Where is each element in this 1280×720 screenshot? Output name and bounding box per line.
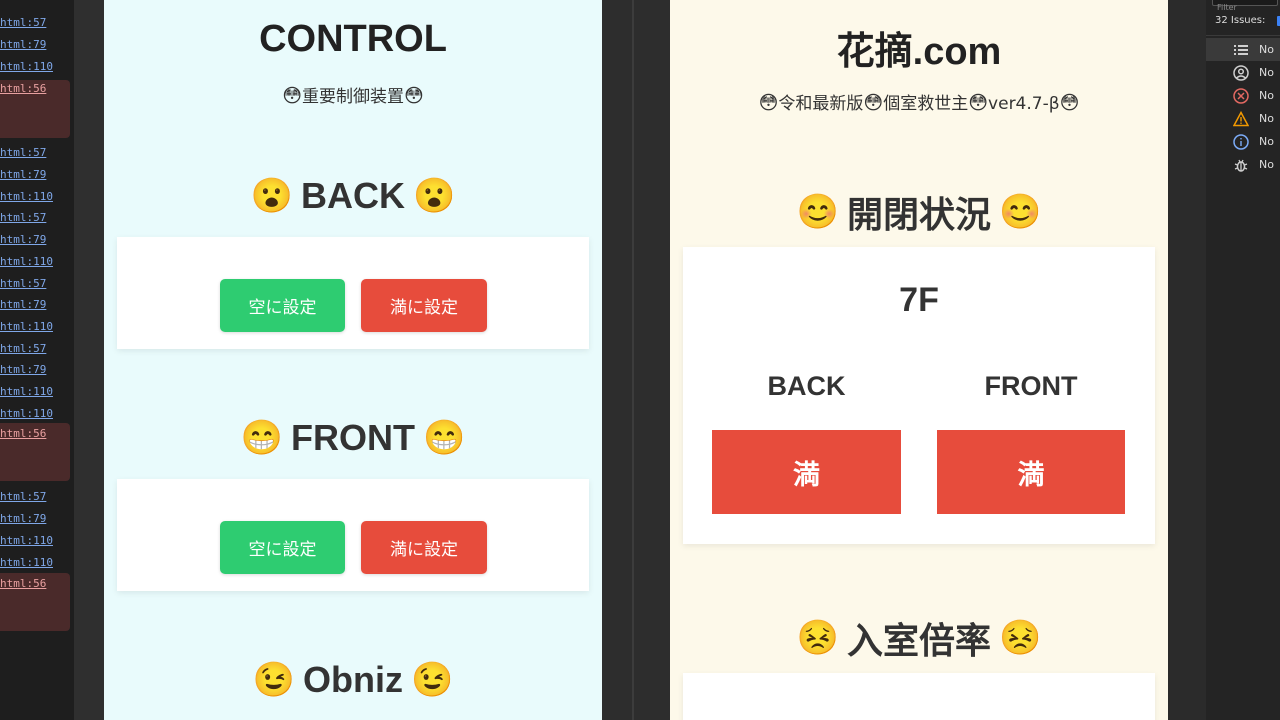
console-source-link[interactable]: html:57 — [0, 273, 74, 295]
console-source-link[interactable]: html:79 — [0, 294, 74, 316]
console-source-link[interactable]: html:110 — [0, 251, 74, 273]
console-source-link[interactable]: html:110 — [0, 552, 74, 574]
console-source-link[interactable]: html:56 — [0, 573, 74, 595]
issues-count: 32 Issues: — [1215, 15, 1266, 26]
bug-icon — [1234, 159, 1248, 172]
floor-label: 7F — [899, 281, 939, 319]
issues-row-errors[interactable]: No — [1206, 84, 1280, 107]
console-source-link[interactable]: html:79 — [0, 164, 74, 186]
info-circle-icon — [1233, 133, 1249, 150]
flushed-face-icon: 😳 — [404, 85, 424, 107]
issues-row-verbose[interactable]: No — [1206, 153, 1280, 176]
console-source-link[interactable]: html:57 — [0, 142, 74, 164]
console-source-link[interactable]: html:110 — [0, 381, 74, 403]
status-page: 花摘.com 😳令和最新版😳個室救世主😳ver4.7-β😳 😊 開閉状況 😊 7… — [670, 0, 1168, 720]
divider — [1206, 35, 1280, 36]
console-source-link[interactable]: html:57 — [0, 12, 74, 34]
warning-triangle-icon — [1233, 110, 1249, 126]
control-page: CONTROL 😳重要制御装置😳 😮 BACK 😮 空に設定 満に設定 😁 FR… — [104, 0, 602, 720]
console-source-link[interactable]: html:110 — [0, 186, 74, 208]
console-source-link[interactable]: html:79 — [0, 508, 74, 530]
user-circle-icon — [1233, 64, 1249, 81]
winking-face-icon: 😉 — [252, 661, 295, 699]
smiling-face-icon: 😊 — [999, 193, 1042, 231]
astonished-face-icon: 😮 — [250, 177, 293, 215]
console-source-link[interactable]: html:79 — [0, 34, 74, 56]
site-subtitle: 😳令和最新版😳個室救世主😳ver4.7-β😳 — [670, 89, 1168, 114]
smiling-face-icon: 😊 — [796, 193, 839, 231]
console-log-panel: html:57 html:79 html:110 html:56 html:57 html… — [0, 0, 74, 720]
console-source-link[interactable]: html:56 — [0, 423, 74, 445]
list-icon — [1234, 44, 1248, 55]
subtitle-part: 令和最新版 — [778, 94, 864, 114]
issues-row-warnings[interactable]: No — [1206, 107, 1280, 130]
right-gutter — [1168, 0, 1206, 720]
middle-gutter — [602, 0, 670, 720]
console-source-link[interactable]: html:79 — [0, 229, 74, 251]
flushed-face-icon: 😳 — [968, 92, 989, 114]
grinning-face-icon: 😁 — [422, 419, 466, 457]
grinning-face-icon: 😁 — [240, 419, 283, 457]
flushed-face-icon: 😳 — [758, 92, 779, 114]
front-section-heading: 😁 FRONT 😁 — [104, 417, 602, 459]
back-heading-text: BACK — [301, 175, 405, 216]
console-source-link[interactable]: html:79 — [0, 359, 74, 381]
back-door-label: BACK — [767, 371, 846, 401]
floor-status-card: 7F BACK FRONT 満 満 — [683, 247, 1155, 544]
front-control-card: 空に設定 満に設定 — [117, 479, 589, 591]
console-source-link[interactable]: html:110 — [0, 403, 74, 425]
console-source-link[interactable]: html:57 — [0, 486, 74, 508]
issues-row-all[interactable]: No — [1206, 38, 1280, 61]
occupancy-heading-text: 入室倍率 — [846, 620, 991, 661]
control-subtitle: 😳重要制御装置😳 — [104, 82, 602, 107]
site-title: 花摘.com — [836, 31, 1002, 73]
issues-row-user[interactable]: No — [1206, 61, 1280, 84]
error-circle-icon — [1233, 87, 1249, 104]
front-set-empty-button[interactable]: 空に設定 — [220, 521, 345, 574]
occupancy-heading: 😣 入室倍率 😣 — [670, 612, 1168, 664]
flushed-face-icon: 😳 — [863, 92, 884, 114]
astonished-face-icon: 😮 — [413, 177, 456, 215]
subtitle-part: ver4.7-β — [988, 94, 1060, 114]
issues-row-info[interactable]: No — [1206, 130, 1280, 153]
front-heading-text: FRONT — [291, 417, 415, 458]
front-door-label: FRONT — [984, 371, 1078, 401]
winking-face-icon: 😉 — [410, 661, 454, 699]
control-subtitle-text: 重要制御装置 — [302, 87, 404, 107]
console-source-link[interactable]: html:57 — [0, 207, 74, 229]
occupancy-card — [683, 673, 1155, 720]
front-door-state: 満 — [937, 430, 1125, 514]
issues-filter-input[interactable]: Filter — [1212, 0, 1278, 12]
left-gutter — [74, 0, 104, 720]
open-status-heading-text: 開閉状況 — [846, 194, 991, 235]
console-source-link[interactable]: html:57 — [0, 338, 74, 360]
obniz-heading-text: Obniz — [303, 659, 403, 700]
console-source-link[interactable]: html:110 — [0, 56, 74, 78]
console-source-link[interactable]: html:56 — [0, 78, 74, 100]
open-status-heading: 😊 開閉状況 😊 — [670, 186, 1168, 238]
back-control-card: 空に設定 満に設定 — [117, 237, 589, 349]
flushed-face-icon: 😳 — [1059, 92, 1080, 114]
back-set-empty-button[interactable]: 空に設定 — [220, 279, 345, 332]
console-source-link[interactable]: html:110 — [0, 530, 74, 552]
back-set-full-button[interactable]: 満に設定 — [361, 279, 487, 332]
persevering-face-icon: 😣 — [999, 619, 1042, 657]
flushed-face-icon: 😳 — [282, 85, 302, 107]
devtools-issues-panel: Filter 32 Issues: No No No No No No — [1206, 0, 1280, 720]
persevering-face-icon: 😣 — [796, 619, 839, 657]
subtitle-part: 個室救世主 — [883, 94, 969, 114]
back-section-heading: 😮 BACK 😮 — [104, 175, 602, 217]
back-door-state: 満 — [712, 430, 901, 514]
control-title: CONTROL — [259, 18, 447, 60]
front-set-full-button[interactable]: 満に設定 — [361, 521, 487, 574]
obniz-section-heading: 😉 Obniz 😉 — [104, 659, 602, 701]
console-source-link[interactable]: html:110 — [0, 316, 74, 338]
